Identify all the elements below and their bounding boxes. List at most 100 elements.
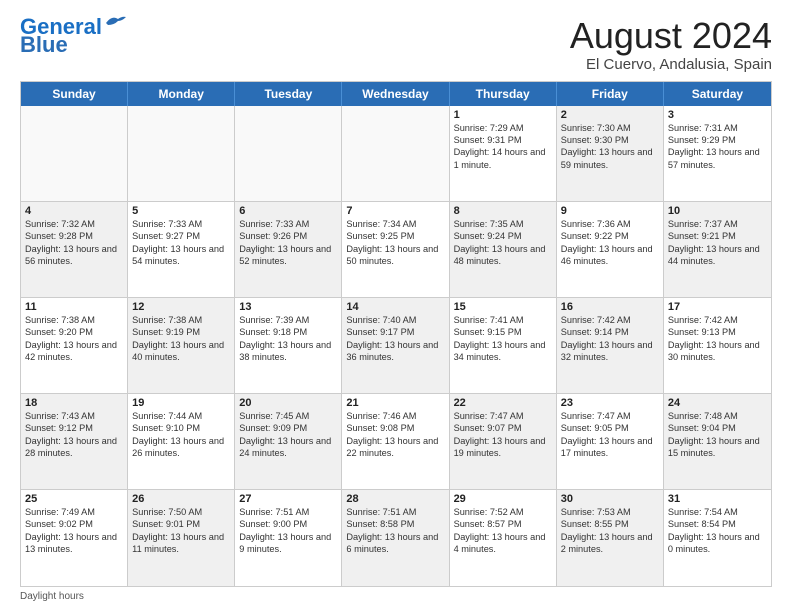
header-thursday: Thursday	[450, 82, 557, 106]
sunrise-text: Sunrise: 7:35 AM	[454, 218, 552, 230]
location-subtitle: El Cuervo, Andalusia, Spain	[570, 56, 772, 73]
sunrise-text: Sunrise: 7:45 AM	[239, 410, 337, 422]
day-number: 31	[668, 493, 767, 505]
sunrise-text: Sunrise: 7:38 AM	[25, 314, 123, 326]
day-number: 26	[132, 493, 230, 505]
day-number: 14	[346, 301, 444, 313]
sunset-text: Sunset: 9:30 PM	[561, 134, 659, 146]
calendar-cell-3-2: 12Sunrise: 7:38 AMSunset: 9:19 PMDayligh…	[128, 298, 235, 393]
calendar-cell-4-3: 20Sunrise: 7:45 AMSunset: 9:09 PMDayligh…	[235, 394, 342, 489]
day-number: 6	[239, 205, 337, 217]
daylight-text: Daylight: 13 hours and 6 minutes.	[346, 531, 444, 556]
sunrise-text: Sunrise: 7:38 AM	[132, 314, 230, 326]
calendar-cell-3-1: 11Sunrise: 7:38 AMSunset: 9:20 PMDayligh…	[21, 298, 128, 393]
sunrise-text: Sunrise: 7:32 AM	[25, 218, 123, 230]
sunset-text: Sunset: 9:10 PM	[132, 422, 230, 434]
calendar-cell-1-3	[235, 106, 342, 201]
daylight-text: Daylight: 13 hours and 54 minutes.	[132, 243, 230, 268]
calendar-cell-3-7: 17Sunrise: 7:42 AMSunset: 9:13 PMDayligh…	[664, 298, 771, 393]
sunset-text: Sunset: 9:24 PM	[454, 230, 552, 242]
day-number: 5	[132, 205, 230, 217]
day-number: 12	[132, 301, 230, 313]
daylight-text: Daylight: 13 hours and 30 minutes.	[668, 339, 767, 364]
calendar-cell-5-7: 31Sunrise: 7:54 AMSunset: 8:54 PMDayligh…	[664, 490, 771, 586]
day-number: 4	[25, 205, 123, 217]
calendar-cell-4-5: 22Sunrise: 7:47 AMSunset: 9:07 PMDayligh…	[450, 394, 557, 489]
sunset-text: Sunset: 9:31 PM	[454, 134, 552, 146]
header-tuesday: Tuesday	[235, 82, 342, 106]
calendar-cell-5-2: 26Sunrise: 7:50 AMSunset: 9:01 PMDayligh…	[128, 490, 235, 586]
daylight-text: Daylight: 13 hours and 24 minutes.	[239, 435, 337, 460]
daylight-text: Daylight: 13 hours and 15 minutes.	[668, 435, 767, 460]
calendar-header: Sunday Monday Tuesday Wednesday Thursday…	[21, 82, 771, 106]
calendar-cell-5-6: 30Sunrise: 7:53 AMSunset: 8:55 PMDayligh…	[557, 490, 664, 586]
calendar-cell-5-3: 27Sunrise: 7:51 AMSunset: 9:00 PMDayligh…	[235, 490, 342, 586]
daylight-text: Daylight: 13 hours and 42 minutes.	[25, 339, 123, 364]
sunset-text: Sunset: 9:18 PM	[239, 326, 337, 338]
calendar-cell-3-4: 14Sunrise: 7:40 AMSunset: 9:17 PMDayligh…	[342, 298, 449, 393]
daylight-text: Daylight: 13 hours and 4 minutes.	[454, 531, 552, 556]
sunset-text: Sunset: 9:29 PM	[668, 134, 767, 146]
calendar-cell-5-4: 28Sunrise: 7:51 AMSunset: 8:58 PMDayligh…	[342, 490, 449, 586]
sunset-text: Sunset: 9:25 PM	[346, 230, 444, 242]
daylight-text: Daylight: 14 hours and 1 minute.	[454, 146, 552, 171]
day-number: 29	[454, 493, 552, 505]
daylight-text: Daylight: 13 hours and 46 minutes.	[561, 243, 659, 268]
sunrise-text: Sunrise: 7:42 AM	[561, 314, 659, 326]
sunrise-text: Sunrise: 7:31 AM	[668, 122, 767, 134]
day-number: 21	[346, 397, 444, 409]
header-friday: Friday	[557, 82, 664, 106]
sunset-text: Sunset: 9:05 PM	[561, 422, 659, 434]
daylight-text: Daylight: 13 hours and 40 minutes.	[132, 339, 230, 364]
header-saturday: Saturday	[664, 82, 771, 106]
calendar-cell-4-1: 18Sunrise: 7:43 AMSunset: 9:12 PMDayligh…	[21, 394, 128, 489]
calendar-cell-2-5: 8Sunrise: 7:35 AMSunset: 9:24 PMDaylight…	[450, 202, 557, 297]
daylight-text: Daylight: 13 hours and 56 minutes.	[25, 243, 123, 268]
sunset-text: Sunset: 9:22 PM	[561, 230, 659, 242]
day-number: 20	[239, 397, 337, 409]
calendar-cell-2-3: 6Sunrise: 7:33 AMSunset: 9:26 PMDaylight…	[235, 202, 342, 297]
day-number: 27	[239, 493, 337, 505]
day-number: 19	[132, 397, 230, 409]
sunrise-text: Sunrise: 7:30 AM	[561, 122, 659, 134]
day-number: 7	[346, 205, 444, 217]
sunrise-text: Sunrise: 7:40 AM	[346, 314, 444, 326]
sunset-text: Sunset: 9:28 PM	[25, 230, 123, 242]
sunrise-text: Sunrise: 7:51 AM	[239, 506, 337, 518]
calendar-body: 1Sunrise: 7:29 AMSunset: 9:31 PMDaylight…	[21, 106, 771, 586]
sunrise-text: Sunrise: 7:46 AM	[346, 410, 444, 422]
daylight-text: Daylight: 13 hours and 50 minutes.	[346, 243, 444, 268]
sunrise-text: Sunrise: 7:29 AM	[454, 122, 552, 134]
calendar-week-5: 25Sunrise: 7:49 AMSunset: 9:02 PMDayligh…	[21, 490, 771, 586]
daylight-text: Daylight: 13 hours and 26 minutes.	[132, 435, 230, 460]
logo: General Blue	[20, 16, 126, 56]
daylight-text: Daylight: 13 hours and 28 minutes.	[25, 435, 123, 460]
sunset-text: Sunset: 9:00 PM	[239, 518, 337, 530]
calendar-week-1: 1Sunrise: 7:29 AMSunset: 9:31 PMDaylight…	[21, 106, 771, 202]
day-number: 24	[668, 397, 767, 409]
day-number: 1	[454, 109, 552, 121]
calendar-cell-5-5: 29Sunrise: 7:52 AMSunset: 8:57 PMDayligh…	[450, 490, 557, 586]
sunset-text: Sunset: 9:08 PM	[346, 422, 444, 434]
calendar-cell-4-6: 23Sunrise: 7:47 AMSunset: 9:05 PMDayligh…	[557, 394, 664, 489]
daylight-text: Daylight: 13 hours and 11 minutes.	[132, 531, 230, 556]
day-number: 18	[25, 397, 123, 409]
day-number: 23	[561, 397, 659, 409]
sunrise-text: Sunrise: 7:53 AM	[561, 506, 659, 518]
calendar-cell-1-5: 1Sunrise: 7:29 AMSunset: 9:31 PMDaylight…	[450, 106, 557, 201]
title-block: August 2024 El Cuervo, Andalusia, Spain	[570, 16, 772, 73]
sunset-text: Sunset: 9:20 PM	[25, 326, 123, 338]
calendar-cell-2-7: 10Sunrise: 7:37 AMSunset: 9:21 PMDayligh…	[664, 202, 771, 297]
calendar: Sunday Monday Tuesday Wednesday Thursday…	[20, 81, 772, 587]
footer-note: Daylight hours	[20, 591, 772, 602]
sunrise-text: Sunrise: 7:34 AM	[346, 218, 444, 230]
day-number: 3	[668, 109, 767, 121]
daylight-text: Daylight: 13 hours and 9 minutes.	[239, 531, 337, 556]
sunset-text: Sunset: 8:54 PM	[668, 518, 767, 530]
calendar-cell-4-4: 21Sunrise: 7:46 AMSunset: 9:08 PMDayligh…	[342, 394, 449, 489]
calendar-cell-1-1	[21, 106, 128, 201]
calendar-cell-3-5: 15Sunrise: 7:41 AMSunset: 9:15 PMDayligh…	[450, 298, 557, 393]
sunrise-text: Sunrise: 7:39 AM	[239, 314, 337, 326]
day-number: 30	[561, 493, 659, 505]
day-number: 13	[239, 301, 337, 313]
